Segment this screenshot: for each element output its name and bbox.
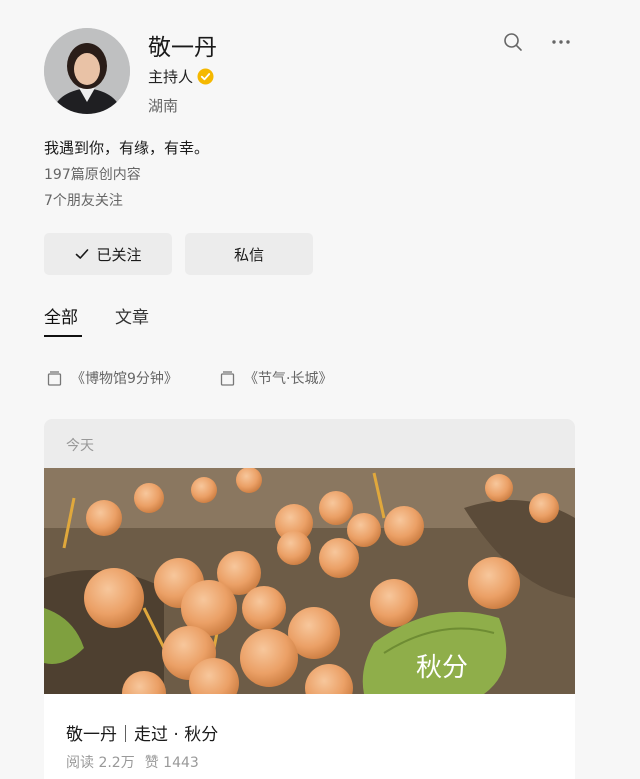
image-caption: 秋分: [416, 653, 468, 683]
tab-articles[interactable]: 文章: [115, 303, 149, 328]
message-button[interactable]: 私信: [185, 233, 313, 275]
search-icon[interactable]: [501, 30, 525, 54]
followed-button-label: 已关注: [96, 245, 142, 264]
tab-all[interactable]: 全部: [44, 303, 78, 328]
profile-region: 湖南: [148, 97, 179, 115]
verified-badge-icon: [197, 68, 214, 85]
article-stats: 阅读 2.2万 赞 1443: [66, 752, 199, 772]
like-count: 赞 1443: [144, 755, 199, 771]
profile-role: 主持人: [148, 66, 214, 87]
original-content-count[interactable]: 197篇原创内容: [44, 164, 141, 184]
profile-name: 敬一丹: [148, 35, 217, 61]
avatar[interactable]: [44, 28, 130, 114]
album-icon: [47, 370, 62, 386]
avatar-portrait: [44, 28, 130, 114]
album-icon: [220, 370, 235, 386]
checkmark-icon: [76, 249, 89, 259]
album-label: 《博物馆9分钟》: [71, 371, 178, 387]
active-tab-indicator: [44, 335, 82, 337]
album-link-museum[interactable]: 《博物馆9分钟》: [46, 368, 178, 388]
read-count: 阅读 2.2万: [66, 755, 135, 771]
card-date-bar: 今天: [44, 419, 575, 468]
profile-bio: 我遇到你，有缘，有幸。: [44, 139, 210, 157]
more-icon[interactable]: [549, 30, 573, 54]
feed-card[interactable]: 今天 秋分 敬一丹｜走过 · 秋分 阅读 2.2万 赞 1443: [44, 419, 575, 779]
article-cover-image[interactable]: 秋分: [44, 468, 575, 694]
album-link-solar-terms[interactable]: 《节气·长城》: [219, 368, 332, 388]
profile-role-label: 主持人: [148, 68, 194, 86]
article-title[interactable]: 敬一丹｜走过 · 秋分: [66, 720, 218, 745]
friends-following-count[interactable]: 7个朋友关注: [44, 190, 123, 210]
album-label: 《节气·长城》: [244, 371, 333, 387]
followed-button[interactable]: 已关注: [44, 233, 172, 275]
card-date: 今天: [66, 438, 94, 454]
message-button-label: 私信: [233, 245, 264, 264]
